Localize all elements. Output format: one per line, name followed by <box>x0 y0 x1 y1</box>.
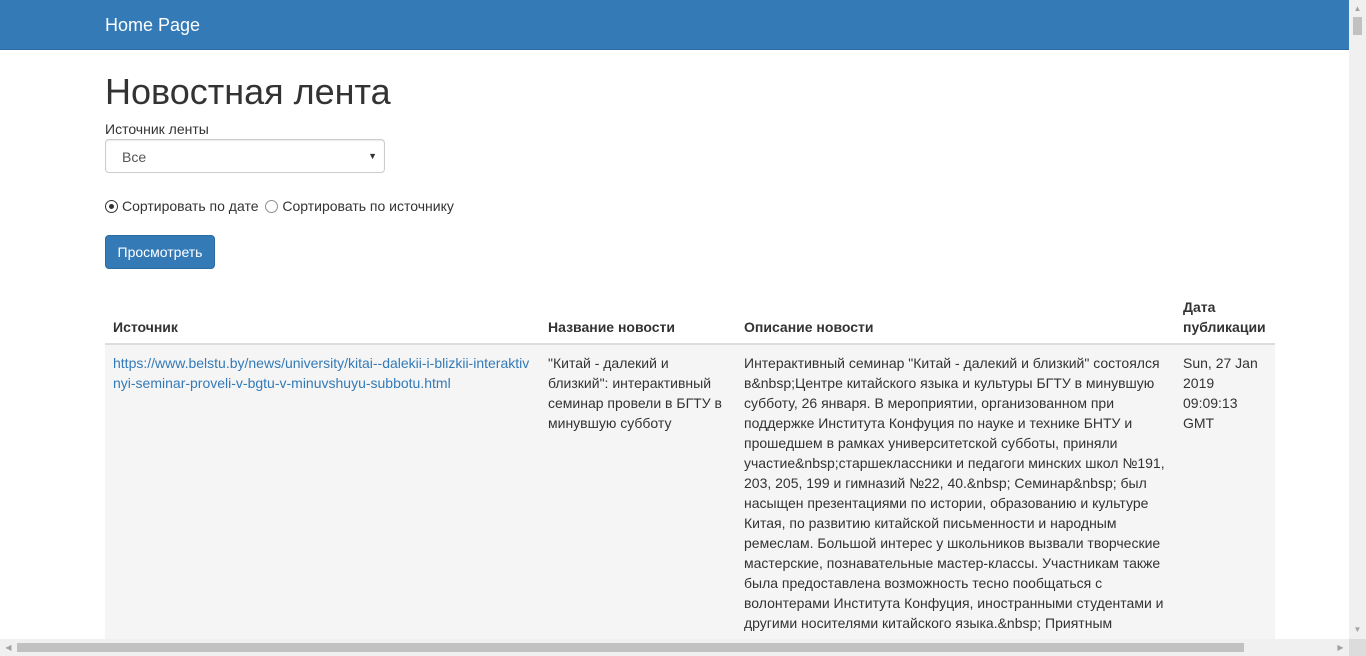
column-header-date: Дата публикации <box>1175 293 1275 345</box>
source-select-value: Все <box>122 149 147 165</box>
cell-title: "Китай - далекий и близкий": интерактивн… <box>540 343 736 639</box>
sort-by-date-label[interactable]: Сортировать по дате <box>122 198 258 214</box>
horizontal-scroll-thumb[interactable] <box>17 643 1244 652</box>
vertical-scroll-thumb[interactable] <box>1353 17 1362 35</box>
table-row: https://www.belstu.by/news/university/ki… <box>105 343 1275 639</box>
page-title: Новостная лента <box>105 71 391 112</box>
horizontal-scrollbar[interactable]: ◀ ▶ <box>0 639 1349 656</box>
news-source-link[interactable]: https://www.belstu.by/news/university/ki… <box>113 355 529 391</box>
column-header-title: Название новости <box>540 293 736 345</box>
scroll-down-icon[interactable]: ▼ <box>1349 625 1366 635</box>
vertical-scrollbar[interactable]: ▲ ▼ <box>1349 0 1366 639</box>
scroll-right-icon[interactable]: ▶ <box>1332 643 1349 653</box>
table-header-row: Источник Название новости Описание новос… <box>105 293 1275 345</box>
sort-by-source-label[interactable]: Сортировать по источнику <box>282 198 453 214</box>
cell-source: https://www.belstu.by/news/university/ki… <box>105 343 540 639</box>
column-header-source: Источник <box>105 293 540 345</box>
sort-radio-group: Сортировать по дате Сортировать по источ… <box>105 197 457 215</box>
scroll-left-icon[interactable]: ◀ <box>0 643 17 653</box>
navbar: Home Page <box>0 0 1349 50</box>
cell-description: Интерактивный семинар "Китай - далекий и… <box>736 343 1175 639</box>
sort-by-source-radio[interactable] <box>265 199 279 213</box>
column-header-description: Описание новости <box>736 293 1175 345</box>
scrollbar-corner <box>1349 639 1366 656</box>
source-select[interactable]: Все ▼ <box>105 139 385 173</box>
scroll-up-icon[interactable]: ▲ <box>1349 4 1366 14</box>
browser-viewport: Home Page Новостная лента Источник ленты… <box>0 0 1349 639</box>
news-table: Источник Название новости Описание новос… <box>105 293 1275 639</box>
chevron-down-icon: ▼ <box>368 151 377 161</box>
source-select-label: Источник ленты <box>105 121 209 137</box>
sort-by-date-radio[interactable] <box>105 199 118 213</box>
cell-date: Sun, 27 Jan 2019 09:09:13 GMT <box>1175 343 1275 639</box>
navbar-brand-link[interactable]: Home Page <box>105 14 200 36</box>
view-button[interactable]: Просмотреть <box>105 235 215 269</box>
